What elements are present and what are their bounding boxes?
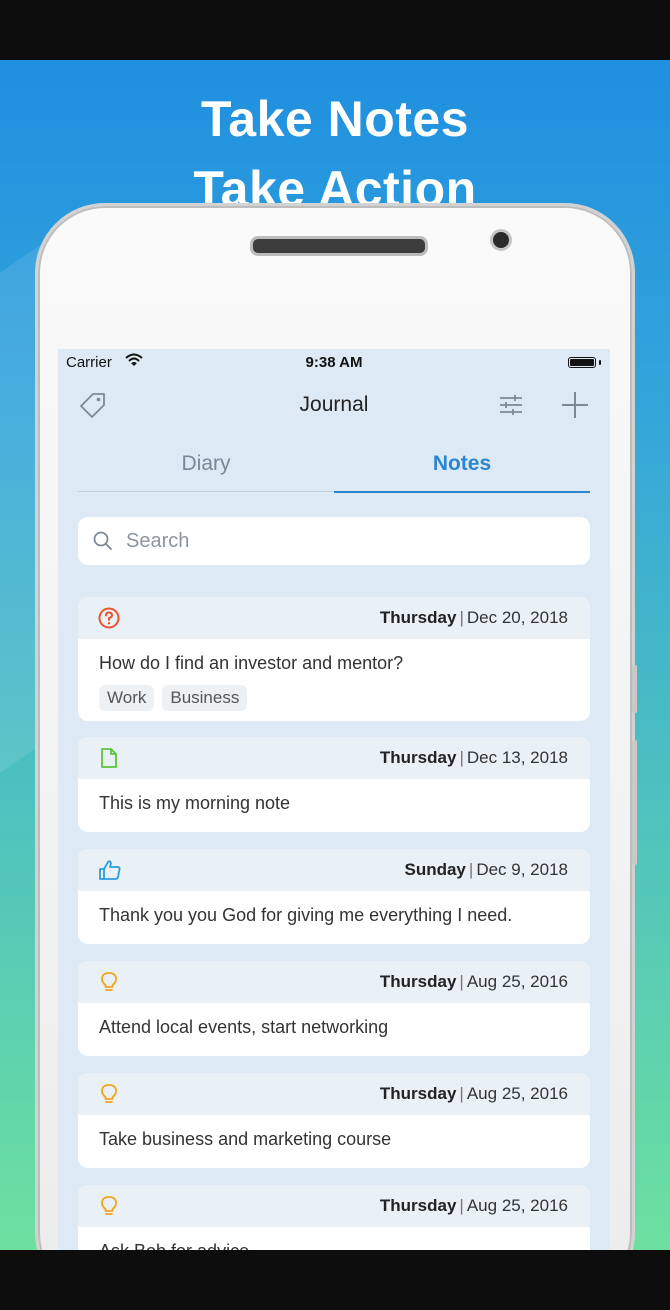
document-icon xyxy=(98,747,120,774)
note-card[interactable]: Thursday | Aug 25, 2016 Take business and … xyxy=(78,1073,590,1168)
phone-side-button xyxy=(632,665,637,713)
search-input[interactable]: Search xyxy=(78,517,590,565)
note-date-value: Dec 20, 2018 xyxy=(466,608,568,627)
note-weekday: Sunday xyxy=(404,860,466,879)
question-icon xyxy=(98,607,120,634)
note-card[interactable]: Thursday|Aug 25, 2016 Ask Bob for advice xyxy=(78,1185,590,1250)
note-weekday: Thursday xyxy=(379,748,457,767)
note-date: Thursday | Aug 25, 2016 xyxy=(379,1196,568,1215)
note-date-value: Dec 9, 2018 xyxy=(476,860,568,879)
page-title: Journal xyxy=(299,393,369,416)
segmented-tabs: Diary Notes xyxy=(78,441,590,494)
note-card-header: Thursday | Dec 20, 2018 xyxy=(78,597,590,639)
battery-icon xyxy=(568,357,596,368)
note-date: Thursday | Aug 25, 2016 xyxy=(379,972,568,991)
note-body: Attend local events, start networking xyxy=(78,1003,590,1056)
note-body: This is my morning note xyxy=(78,779,590,832)
note-date: Thursday | Dec 20, 2018 xyxy=(379,608,568,627)
note-text: Thank you you God for giving me everythi… xyxy=(99,905,513,925)
note-text: This is my morning note xyxy=(99,793,291,813)
headline-line-1: Take Notes xyxy=(200,91,470,147)
note-weekday: Thursday xyxy=(379,608,457,627)
phone-speaker xyxy=(250,236,428,256)
lightbulb-icon xyxy=(98,1195,120,1222)
top-letterbox xyxy=(0,0,670,60)
note-date: Thursday | Aug 25, 2016 xyxy=(379,1084,568,1103)
tab-notes[interactable]: Notes xyxy=(334,441,590,493)
note-text: How do I find an investor and mentor? xyxy=(99,653,404,673)
lightbulb-icon xyxy=(98,971,120,998)
search-icon xyxy=(92,530,114,557)
thumbs-up-icon xyxy=(98,859,122,886)
note-date-value: Aug 25, 2016 xyxy=(466,972,568,991)
note-tags: Work Business xyxy=(99,685,255,711)
tag-chip[interactable]: Business xyxy=(162,685,248,711)
note-body: Thank you you God for giving me everythi… xyxy=(78,891,590,944)
note-card-header: Sunday | Dec 9, 2018 xyxy=(78,849,590,891)
bottom-letterbox xyxy=(0,1250,670,1310)
note-card[interactable]: Thursday | Aug 25, 2016 Attend local event… xyxy=(78,961,590,1056)
filter-sliders-icon[interactable] xyxy=(498,392,524,423)
note-date: Sunday | Dec 9, 2018 xyxy=(404,860,568,879)
note-weekday: Thursday xyxy=(379,1196,457,1215)
status-bar: Carrier 9:38 AM xyxy=(58,349,610,377)
note-weekday: Thursday xyxy=(379,1084,457,1103)
note-date-value: Aug 25, 2016 xyxy=(466,1196,568,1215)
plus-icon[interactable] xyxy=(560,390,590,425)
note-card[interactable]: Thursday | Dec 20, 2018 How do I find an i… xyxy=(78,597,590,721)
search-placeholder: Search xyxy=(126,530,190,552)
note-body: How do I find an investor and mentor? Wo… xyxy=(78,639,590,711)
note-card-header: Thursday | Aug 25, 2016 xyxy=(78,1073,590,1115)
phone-camera xyxy=(490,229,512,251)
note-card[interactable]: Sunday | Dec 9, 2018 Thank you you God for… xyxy=(78,849,590,944)
note-body: Take business and marketing course xyxy=(78,1115,590,1168)
note-weekday: Thursday xyxy=(379,972,457,991)
battery-tip xyxy=(599,360,601,365)
note-card-header: Thursday | Dec 13, 2018 xyxy=(78,737,590,779)
app-screen: Carrier 9:38 AM Journal Diary Notes Sear… xyxy=(58,349,610,1250)
note-date-value: Aug 25, 2016 xyxy=(466,1084,568,1103)
note-card[interactable]: Thursday | Dec 13, 2018 This is my morning… xyxy=(78,737,590,832)
note-text: Ask Bob for advice xyxy=(99,1241,249,1250)
note-date-value: Dec 13, 2018 xyxy=(466,748,568,767)
phone-side-button xyxy=(632,740,637,865)
note-text: Attend local events, start networking xyxy=(99,1017,389,1037)
tab-diary[interactable]: Diary xyxy=(78,441,334,492)
note-date: Thursday | Dec 13, 2018 xyxy=(379,748,568,767)
navigation-bar: Journal xyxy=(58,377,610,435)
note-text: Take business and marketing course xyxy=(99,1129,392,1149)
status-time: 9:38 AM xyxy=(305,354,363,371)
tag-chip[interactable]: Work xyxy=(99,685,155,711)
note-card-header: Thursday | Aug 25, 2016 xyxy=(78,1185,590,1227)
lightbulb-icon xyxy=(98,1083,120,1110)
note-card-header: Thursday | Aug 25, 2016 xyxy=(78,961,590,1003)
note-body: Ask Bob for advice xyxy=(78,1227,590,1250)
